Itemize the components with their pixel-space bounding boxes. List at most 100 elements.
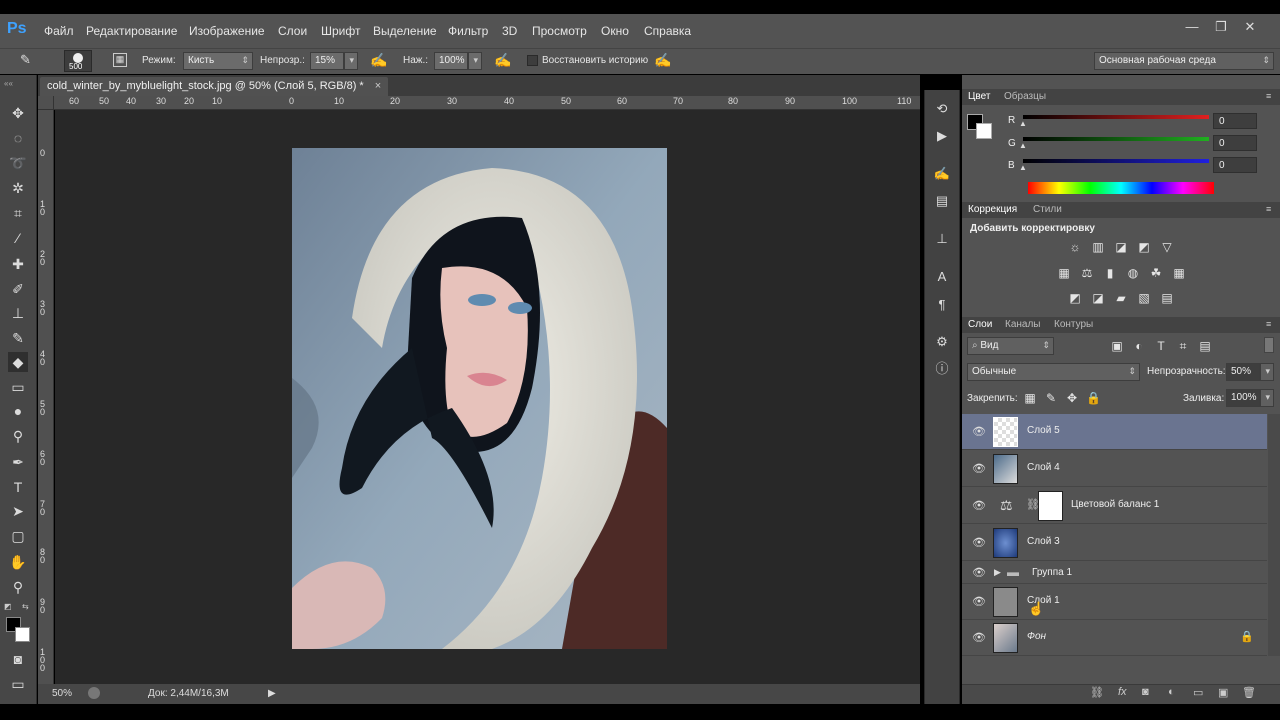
eyedropper-tool-icon[interactable]: ⁄ bbox=[8, 228, 28, 248]
status-info-icon[interactable] bbox=[88, 687, 100, 699]
pressure-input[interactable]: 100% bbox=[434, 52, 468, 70]
swap-colors-icon[interactable]: ⇆ bbox=[22, 602, 29, 611]
lock-pixels-icon[interactable]: ✎ bbox=[1044, 391, 1058, 405]
layer-row[interactable]: 👁 Слой 4 bbox=[962, 451, 1267, 487]
fill-dropdown[interactable]: ▾ bbox=[1260, 389, 1274, 407]
clone-source-icon[interactable]: ⊥ bbox=[933, 230, 951, 248]
channel-mixer-icon[interactable]: ☘ bbox=[1149, 266, 1163, 280]
dodge-tool-icon[interactable]: ⚲ bbox=[8, 426, 28, 446]
screen-mode-icon[interactable]: ▭ bbox=[8, 674, 28, 694]
tab-color[interactable]: Цвет bbox=[968, 91, 990, 102]
menu-help[interactable]: Справка bbox=[644, 24, 691, 38]
layer-style-icon[interactable]: fx bbox=[1118, 686, 1127, 698]
filter-toggle-switch[interactable] bbox=[1264, 337, 1274, 353]
threshold-icon[interactable]: ▰ bbox=[1114, 291, 1128, 305]
delete-layer-icon[interactable]: 🗑 bbox=[1242, 686, 1256, 699]
tab-swatches[interactable]: Образцы bbox=[1004, 91, 1046, 102]
status-menu-arrow-icon[interactable]: ▶ bbox=[268, 688, 276, 699]
marquee-tool-icon[interactable]: ◌ bbox=[8, 128, 28, 148]
minimize-button[interactable]: — bbox=[1181, 20, 1203, 34]
photo-filter-icon[interactable]: ◍ bbox=[1126, 266, 1140, 280]
panel-menu-icon[interactable]: ≡ bbox=[1266, 204, 1271, 214]
invert-icon[interactable]: ◩ bbox=[1068, 291, 1082, 305]
rectangle-tool-icon[interactable]: ▢ bbox=[8, 526, 28, 546]
add-mask-icon[interactable]: ◙ bbox=[1142, 686, 1149, 698]
visibility-eye-icon[interactable]: 👁 bbox=[972, 462, 986, 475]
eraser-tool-icon[interactable]: ◆ bbox=[8, 352, 28, 372]
background-color-swatch[interactable] bbox=[15, 627, 30, 642]
new-group-icon[interactable]: ▭ bbox=[1193, 686, 1203, 699]
exposure-icon[interactable]: ◩ bbox=[1137, 240, 1151, 254]
filter-shape-icon[interactable]: ⌗ bbox=[1176, 339, 1190, 353]
visibility-eye-icon[interactable]: 👁 bbox=[972, 595, 986, 608]
eraser-tool-preset-icon[interactable]: ✎ bbox=[20, 52, 38, 70]
brush-preset-picker[interactable]: 500 bbox=[64, 50, 92, 72]
ruler-origin[interactable] bbox=[38, 96, 54, 110]
menu-type[interactable]: Шрифт bbox=[321, 24, 360, 38]
layer-row[interactable]: 👁 Фон 🔒 bbox=[962, 620, 1267, 656]
lock-position-icon[interactable]: ✥ bbox=[1065, 391, 1079, 405]
zoom-level[interactable]: 50% bbox=[52, 688, 72, 699]
slider-handle-icon[interactable]: ▲ bbox=[1019, 163, 1027, 172]
tool-presets-icon[interactable]: ✍ bbox=[933, 165, 951, 183]
visibility-eye-icon[interactable]: 👁 bbox=[972, 566, 986, 579]
airbrush-opacity-icon[interactable]: ✍ bbox=[370, 52, 387, 69]
blue-slider[interactable] bbox=[1023, 159, 1209, 163]
layer-group-row[interactable]: 👁 ▶ ▬ Группа 1 bbox=[962, 562, 1267, 584]
actions-panel-icon[interactable]: ▶ bbox=[933, 127, 951, 145]
vibrance-icon[interactable]: ▽ bbox=[1160, 240, 1174, 254]
layers-scrollbar[interactable] bbox=[1268, 414, 1280, 656]
fill-input[interactable]: 100% bbox=[1226, 389, 1260, 407]
tab-styles[interactable]: Стили bbox=[1033, 204, 1062, 215]
layer-row-selected[interactable]: 👁 Слой 5 bbox=[962, 414, 1267, 450]
red-slider[interactable] bbox=[1023, 115, 1209, 119]
menu-select[interactable]: Выделение bbox=[373, 24, 437, 38]
magic-wand-tool-icon[interactable]: ✲ bbox=[8, 178, 28, 198]
filter-adjustment-icon[interactable]: ◐ bbox=[1132, 339, 1146, 353]
type-tool-icon[interactable]: T bbox=[8, 477, 28, 497]
layer-mask-thumbnail[interactable] bbox=[1038, 491, 1063, 521]
tab-paths[interactable]: Контуры bbox=[1054, 319, 1093, 330]
lock-transparent-icon[interactable]: ▦ bbox=[1023, 391, 1037, 405]
menu-window[interactable]: Окно bbox=[601, 24, 629, 38]
slider-handle-icon[interactable]: ▲ bbox=[1019, 141, 1027, 150]
tab-channels[interactable]: Каналы bbox=[1005, 319, 1041, 330]
opacity-option-input[interactable]: 15% bbox=[310, 52, 344, 70]
workspace-select[interactable]: Основная рабочая среда ⇕ bbox=[1094, 52, 1274, 70]
layer-opacity-input[interactable]: 50% bbox=[1226, 363, 1260, 381]
hue-saturation-icon[interactable]: ▦ bbox=[1057, 266, 1071, 280]
filter-type-icon[interactable]: T bbox=[1154, 339, 1168, 353]
green-slider[interactable] bbox=[1023, 137, 1209, 141]
slider-handle-icon[interactable]: ▲ bbox=[1019, 119, 1027, 128]
zoom-tool-icon[interactable]: ⚲ bbox=[8, 577, 28, 597]
layer-comps-icon[interactable]: ⚙ bbox=[933, 333, 951, 351]
new-adjustment-layer-icon[interactable]: ◐ bbox=[1168, 686, 1175, 698]
new-layer-icon[interactable]: ▣ bbox=[1218, 686, 1228, 699]
color-lookup-icon[interactable]: ▦ bbox=[1172, 266, 1186, 280]
color-spectrum-bar[interactable] bbox=[1028, 182, 1214, 194]
history-brush-tool-icon[interactable]: ✎ bbox=[8, 328, 28, 348]
visibility-eye-icon[interactable]: 👁 bbox=[972, 631, 986, 644]
document-image[interactable] bbox=[292, 148, 667, 649]
levels-icon[interactable]: ▥ bbox=[1091, 240, 1105, 254]
layer-row[interactable]: 👁 Слой 1 ☝ bbox=[962, 584, 1267, 620]
character-panel-icon[interactable]: A bbox=[933, 268, 951, 286]
clone-stamp-tool-icon[interactable]: ⊥ bbox=[8, 303, 28, 323]
history-panel-icon[interactable]: ⟲ bbox=[933, 100, 951, 118]
move-tool-icon[interactable]: ✥ bbox=[8, 103, 28, 123]
tab-adjustments[interactable]: Коррекция bbox=[968, 204, 1017, 215]
menu-view[interactable]: Просмотр bbox=[532, 24, 587, 38]
link-layers-icon[interactable]: ⛓ bbox=[1090, 686, 1104, 699]
crop-tool-icon[interactable]: ⌗ bbox=[8, 203, 28, 223]
filter-smart-object-icon[interactable]: ▤ bbox=[1198, 339, 1212, 353]
visibility-eye-icon[interactable]: 👁 bbox=[972, 536, 986, 549]
info-panel-icon[interactable]: ⓘ bbox=[933, 360, 951, 378]
tab-layers[interactable]: Слои bbox=[968, 319, 992, 330]
filter-pixel-icon[interactable]: ▣ bbox=[1110, 339, 1124, 353]
brush-panel-icon[interactable]: ▦ bbox=[113, 53, 127, 67]
opacity-option-dropdown[interactable]: ▾ bbox=[344, 52, 358, 70]
pressure-dropdown[interactable]: ▾ bbox=[468, 52, 482, 70]
brightness-contrast-icon[interactable]: ☼ bbox=[1068, 240, 1082, 254]
brush-tool-icon[interactable]: ✐ bbox=[8, 279, 28, 299]
menu-file[interactable]: Файл bbox=[44, 24, 74, 38]
